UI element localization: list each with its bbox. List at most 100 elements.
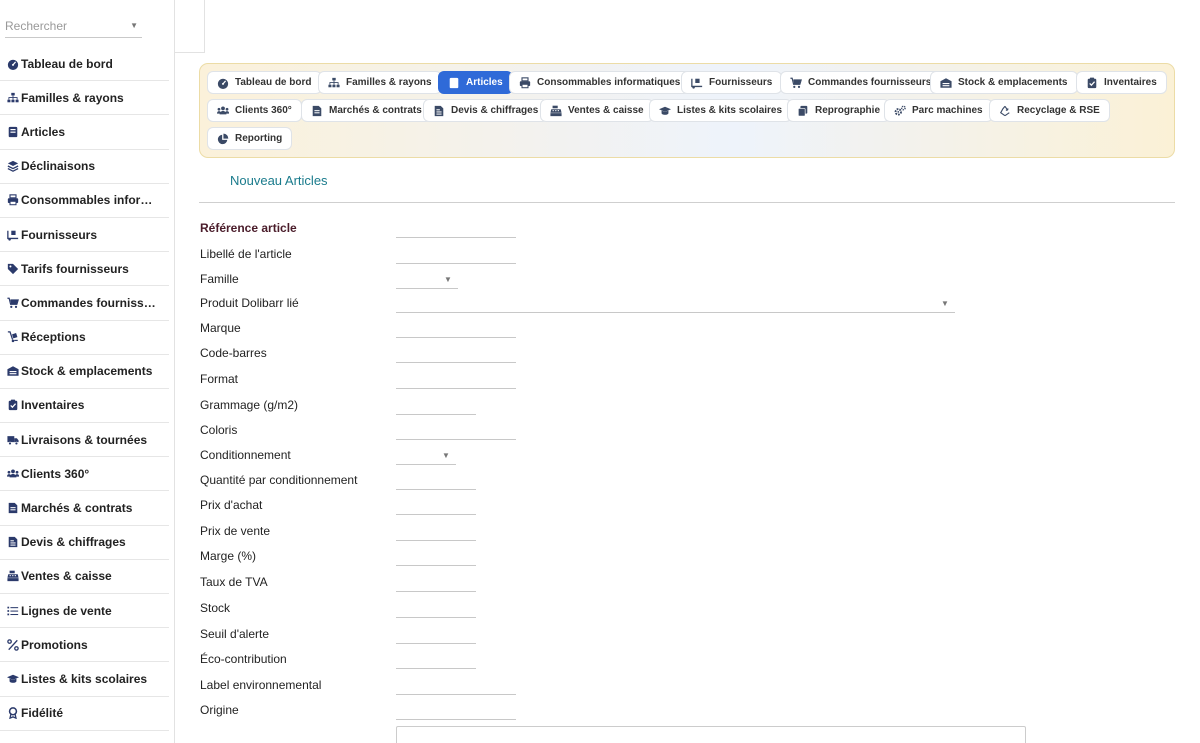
sidebar-item-inventaires[interactable]: Inventaires: [0, 389, 169, 424]
input-origine[interactable]: [396, 706, 516, 720]
warehouse-icon: [940, 77, 952, 89]
input-grammage-g-m2[interactable]: [396, 401, 476, 415]
sidebar-item-declinaisons[interactable]: Déclinaisons: [0, 150, 169, 184]
sidebar-item-articles[interactable]: Articles: [0, 115, 169, 150]
nav-chip-fournisseurs[interactable]: Fournisseurs: [681, 71, 783, 94]
sidebar-item-label: Inventaires: [21, 398, 85, 413]
gauge-icon: [5, 57, 21, 71]
sidebar-item-label: Listes & kits scolaires: [21, 671, 148, 686]
nav-chip-commandes-fournisseurs[interactable]: Commandes fournisseurs: [780, 71, 942, 94]
label-eco-contribution: Éco-contribution: [200, 652, 287, 666]
nav-chip-familles-rayons[interactable]: Familles & rayons: [318, 71, 442, 94]
sidebar-item-fournisseurs[interactable]: Fournisseurs: [0, 218, 169, 253]
book-icon: [5, 125, 21, 139]
truck-icon: [5, 433, 21, 447]
input-quantite-par-conditionnement[interactable]: [396, 476, 476, 490]
textarea-field[interactable]: [396, 726, 1026, 743]
label-prix-de-vente: Prix de vente: [200, 524, 271, 538]
input-taux-de-tva[interactable]: [396, 578, 476, 592]
chevron-down-icon[interactable]: ▼: [444, 275, 452, 284]
label-reference-article: Référence article: [200, 221, 297, 235]
sidebar-item-commandes-fournisseurs[interactable]: Commandes fournisseurs: [0, 286, 169, 321]
sidebar-item-ventes-caisse[interactable]: Ventes & caisse: [0, 560, 169, 594]
nav-chip-articles[interactable]: Articles: [438, 71, 513, 94]
sidebar-item-stock-emplacements[interactable]: Stock & emplacements: [0, 355, 169, 389]
sidebar-item-label: Articles: [21, 124, 66, 139]
sidebar-item-label: Fournisseurs: [21, 227, 98, 242]
nav-chip-consommables-informatiques[interactable]: Consommables informatiques: [509, 71, 691, 94]
chevron-down-icon[interactable]: ▼: [442, 451, 450, 460]
top-tab: [175, 0, 205, 53]
printer-icon: [519, 76, 531, 89]
sitemap-icon: [5, 91, 21, 105]
nav-chip-label: Inventaires: [1104, 77, 1157, 88]
sidebar-item-marches-contrats[interactable]: Marchés & contrats: [0, 491, 169, 526]
nav-chip-listes-kits-scolaires[interactable]: Listes & kits scolaires: [649, 99, 793, 122]
label-label-environnemental: Label environnemental: [200, 678, 322, 692]
input-coloris[interactable]: [396, 426, 516, 440]
input-reference-article[interactable]: [396, 224, 516, 238]
sidebar-item-livraisons-tournees[interactable]: Livraisons & tournées: [0, 423, 169, 458]
recycle-icon: [999, 105, 1011, 117]
sidebar-item-promotions[interactable]: Promotions: [0, 628, 169, 663]
sidebar-item-consommables-informatiques[interactable]: Consommables informatiques: [0, 184, 169, 218]
input-prix-de-vente[interactable]: [396, 527, 476, 541]
nav-chip-label: Marchés & contrats: [329, 105, 422, 116]
list-icon: [5, 604, 21, 618]
input-prix-d-achat[interactable]: [396, 501, 476, 515]
sidebar-item-devis-chiffrages[interactable]: Devis & chiffrages: [0, 526, 169, 560]
sidebar-item-label: Lignes de vente: [21, 603, 112, 618]
sidebar-item-clients-360[interactable]: Clients 360°: [0, 457, 169, 492]
label-libelle-de-l-article: Libellé de l'article: [200, 247, 292, 261]
nav-chip-recyclage-rse[interactable]: Recyclage & RSE: [989, 99, 1110, 122]
chevron-down-icon[interactable]: ▼: [941, 299, 949, 308]
nav-chip-inventaires[interactable]: Inventaires: [1076, 71, 1167, 94]
sidebar-item-receptions[interactable]: Réceptions: [0, 321, 169, 355]
nav-chip-label: Clients 360°: [235, 105, 292, 116]
nav-chip-marches-contrats[interactable]: Marchés & contrats: [301, 99, 432, 122]
cogs-icon: [894, 105, 906, 117]
input-stock[interactable]: [396, 604, 476, 618]
nav-chip-parc-machines[interactable]: Parc machines: [884, 99, 993, 122]
nav-chip-label: Commandes fournisseurs: [808, 77, 932, 88]
input-marge[interactable]: [396, 552, 476, 566]
invoice-icon: [433, 105, 445, 117]
label-seuil-d-alerte: Seuil d'alerte: [200, 627, 269, 641]
sidebar-item-lignes-de-vente[interactable]: Lignes de vente: [0, 594, 169, 629]
nav-chip-clients-360[interactable]: Clients 360°: [207, 99, 302, 122]
search-input[interactable]: [5, 16, 125, 36]
nav-chip-ventes-caisse[interactable]: Ventes & caisse: [540, 99, 654, 122]
printer-icon: [5, 193, 21, 207]
input-libelle-de-l-article[interactable]: [396, 250, 516, 264]
label-quantite-par-conditionnement: Quantité par conditionnement: [200, 473, 358, 487]
sidebar-item-label: Ventes & caisse: [21, 569, 112, 584]
search-box[interactable]: ▼: [5, 16, 142, 38]
input-format[interactable]: [396, 375, 516, 389]
input-code-barres[interactable]: [396, 349, 516, 363]
nav-chip-label: Consommables informatiques: [537, 77, 681, 88]
nav-chip-reporting[interactable]: Reporting: [207, 127, 293, 150]
sidebar-item-fidelite[interactable]: Fidélité: [0, 697, 169, 731]
chevron-down-icon[interactable]: ▼: [130, 21, 138, 30]
label-origine: Origine: [200, 703, 239, 717]
nav-chip-label: Parc machines: [912, 105, 983, 116]
form-title: Nouveau Articles: [230, 173, 328, 188]
tags-icon: [5, 262, 21, 276]
input-marque[interactable]: [396, 324, 516, 338]
sidebar-item-listes-kits-scolaires[interactable]: Listes & kits scolaires: [0, 662, 169, 697]
input-label-environnemental[interactable]: [396, 681, 516, 695]
nav-chip-tableau-de-bord[interactable]: Tableau de bord: [207, 71, 322, 94]
sidebar-item-tableau-de-bord[interactable]: Tableau de bord: [0, 47, 169, 82]
sidebar-item-label: Clients 360°: [21, 466, 90, 481]
sidebar-item-familles-rayons[interactable]: Familles & rayons: [0, 81, 169, 116]
sidebar-item-tarifs-fournisseurs[interactable]: Tarifs fournisseurs: [0, 252, 169, 287]
nav-chip-stock-emplacements[interactable]: Stock & emplacements: [930, 71, 1078, 94]
nav-chip-reprographie[interactable]: Reprographie: [787, 99, 891, 122]
warehouse-icon: [5, 364, 21, 378]
sidebar-item-label: Tarifs fournisseurs: [21, 261, 129, 276]
sidebar-item-label: Familles & rayons: [21, 90, 124, 105]
input-eco-contribution[interactable]: [396, 655, 476, 669]
input-seuil-d-alerte[interactable]: [396, 630, 476, 644]
select-produit-dolibarr-lie[interactable]: [396, 299, 955, 313]
nav-chip-devis-chiffrages[interactable]: Devis & chiffrages: [423, 99, 549, 122]
